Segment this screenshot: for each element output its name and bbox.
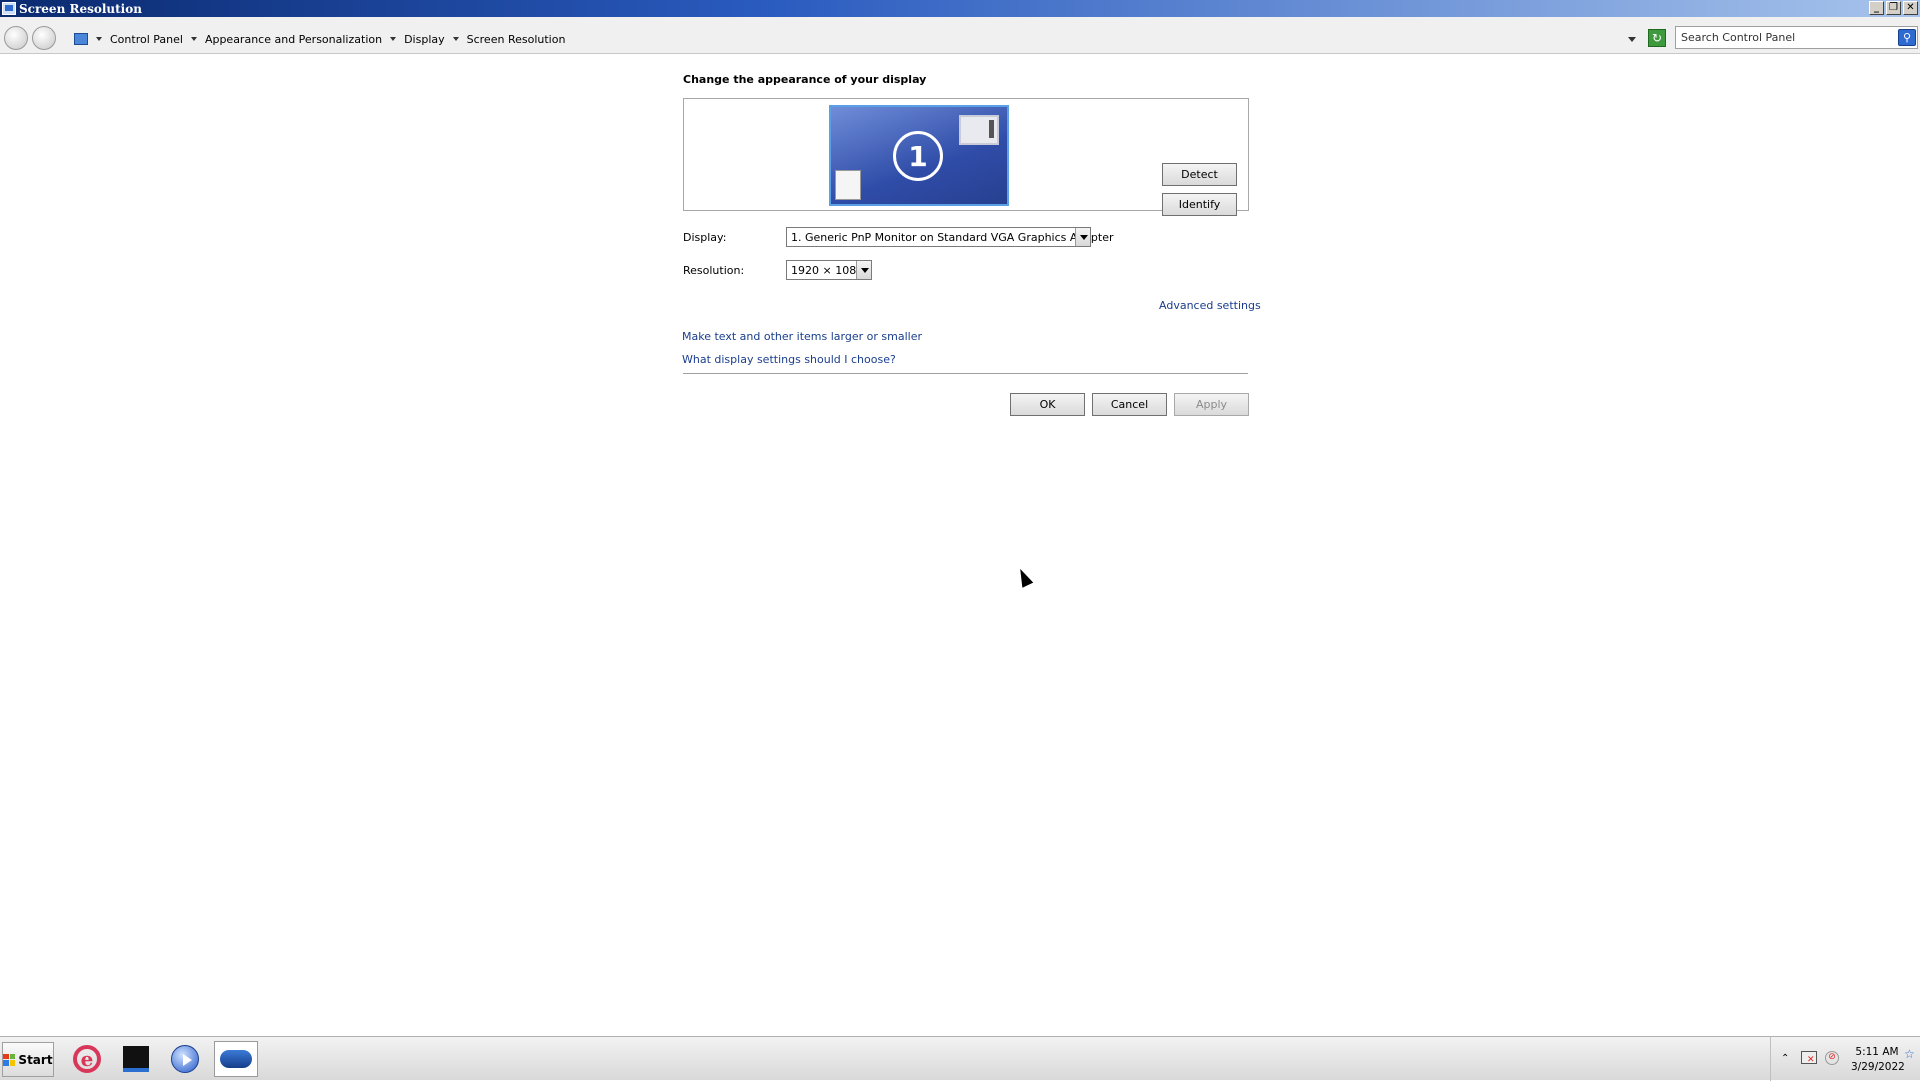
start-label: Start [18,1052,53,1067]
title-bar: Screen Resolution _ ❐ ✕ [0,0,1920,17]
screen-resolution-app-icon [2,2,16,15]
clock-date: 3/29/2022 [1851,1061,1905,1073]
refresh-icon[interactable]: ↻ [1648,29,1666,47]
close-button[interactable]: ✕ [1903,1,1918,15]
media-player-icon[interactable] [163,1041,207,1077]
minimize-button[interactable]: _ [1869,1,1884,15]
show-hidden-icons-icon[interactable]: ⌃ [1781,1053,1789,1064]
show-desktop-icon[interactable]: ☆ [1904,1047,1918,1071]
identify-button[interactable]: Identify [1162,193,1237,216]
control-panel-icon [74,33,88,45]
monitor-number: 1 [893,131,943,181]
breadcrumb-appearance[interactable]: Appearance and Personalization [205,33,382,46]
display-label: Display: [683,231,727,244]
apply-button: Apply [1174,393,1249,416]
page-title: Change the appearance of your display [683,73,927,86]
display-settings-icon[interactable] [214,1041,258,1077]
text-size-link[interactable]: Make text and other items larger or smal… [682,330,922,343]
advanced-settings-link[interactable]: Advanced settings [1159,299,1261,312]
breadcrumb-screen-resolution[interactable]: Screen Resolution [467,33,566,46]
resolution-label: Resolution: [683,264,745,277]
restore-button[interactable]: ❐ [1886,1,1901,15]
chevron-down-icon[interactable] [96,37,102,41]
breadcrumb-display[interactable]: Display [404,33,445,46]
window-controls: _ ❐ ✕ [1869,1,1918,15]
display-select-value: 1. Generic PnP Monitor on Standard VGA G… [791,231,1114,244]
chevron-down-icon[interactable] [856,261,871,279]
chevron-down-icon[interactable] [1075,228,1090,246]
start-button[interactable]: Start [2,1042,54,1077]
chevron-down-icon[interactable] [190,37,197,41]
monitor-window-preview [959,115,999,145]
address-bar: Control Panel Appearance and Personaliza… [0,17,1920,54]
monitor-1[interactable]: 1 [829,105,1009,206]
clock-time: 5:11 AM [1855,1046,1899,1058]
taskbar: Start e ⌃ ⊘ 5:11 AM 3/29/2022 ☆ [0,1036,1920,1081]
display-select[interactable]: 1. Generic PnP Monitor on Standard VGA G… [786,227,1114,247]
search-icon[interactable]: ⚲ [1898,29,1916,46]
monitor-document-preview [835,170,861,200]
network-icon[interactable]: ⊘ [1825,1051,1839,1065]
divider [683,373,1248,374]
window-title: Screen Resolution [19,1,142,16]
chevron-down-icon[interactable] [390,37,397,41]
breadcrumb: Control Panel Appearance and Personaliza… [74,29,565,49]
ok-button[interactable]: OK [1010,393,1085,416]
breadcrumb-control-panel[interactable]: Control Panel [110,33,183,46]
forward-button[interactable] [32,26,56,50]
main-content: Change the appearance of your display 1 … [0,54,1920,1036]
mouse-cursor-icon [1014,566,1034,588]
clock[interactable]: 5:11 AM 3/29/2022 [1851,1045,1905,1075]
internet-explorer-icon[interactable]: e [65,1041,109,1077]
chevron-down-icon[interactable] [452,37,459,41]
display-help-link[interactable]: What display settings should I choose? [682,353,896,366]
action-center-icon[interactable] [1801,1051,1817,1065]
system-tray: ⌃ ⊘ 5:11 AM 3/29/2022 ☆ [1770,1037,1920,1081]
windows-logo-icon [3,1053,16,1066]
back-button[interactable] [4,26,28,50]
detect-button[interactable]: Detect [1162,163,1237,186]
address-history-dropdown[interactable] [1628,37,1636,42]
search-input[interactable]: Search Control Panel [1675,26,1918,49]
resolution-select-value: 1920 × 1080 [791,264,864,277]
command-prompt-icon[interactable] [114,1041,158,1077]
cancel-button[interactable]: Cancel [1092,393,1167,416]
resolution-select[interactable]: 1920 × 1080 [786,260,872,280]
